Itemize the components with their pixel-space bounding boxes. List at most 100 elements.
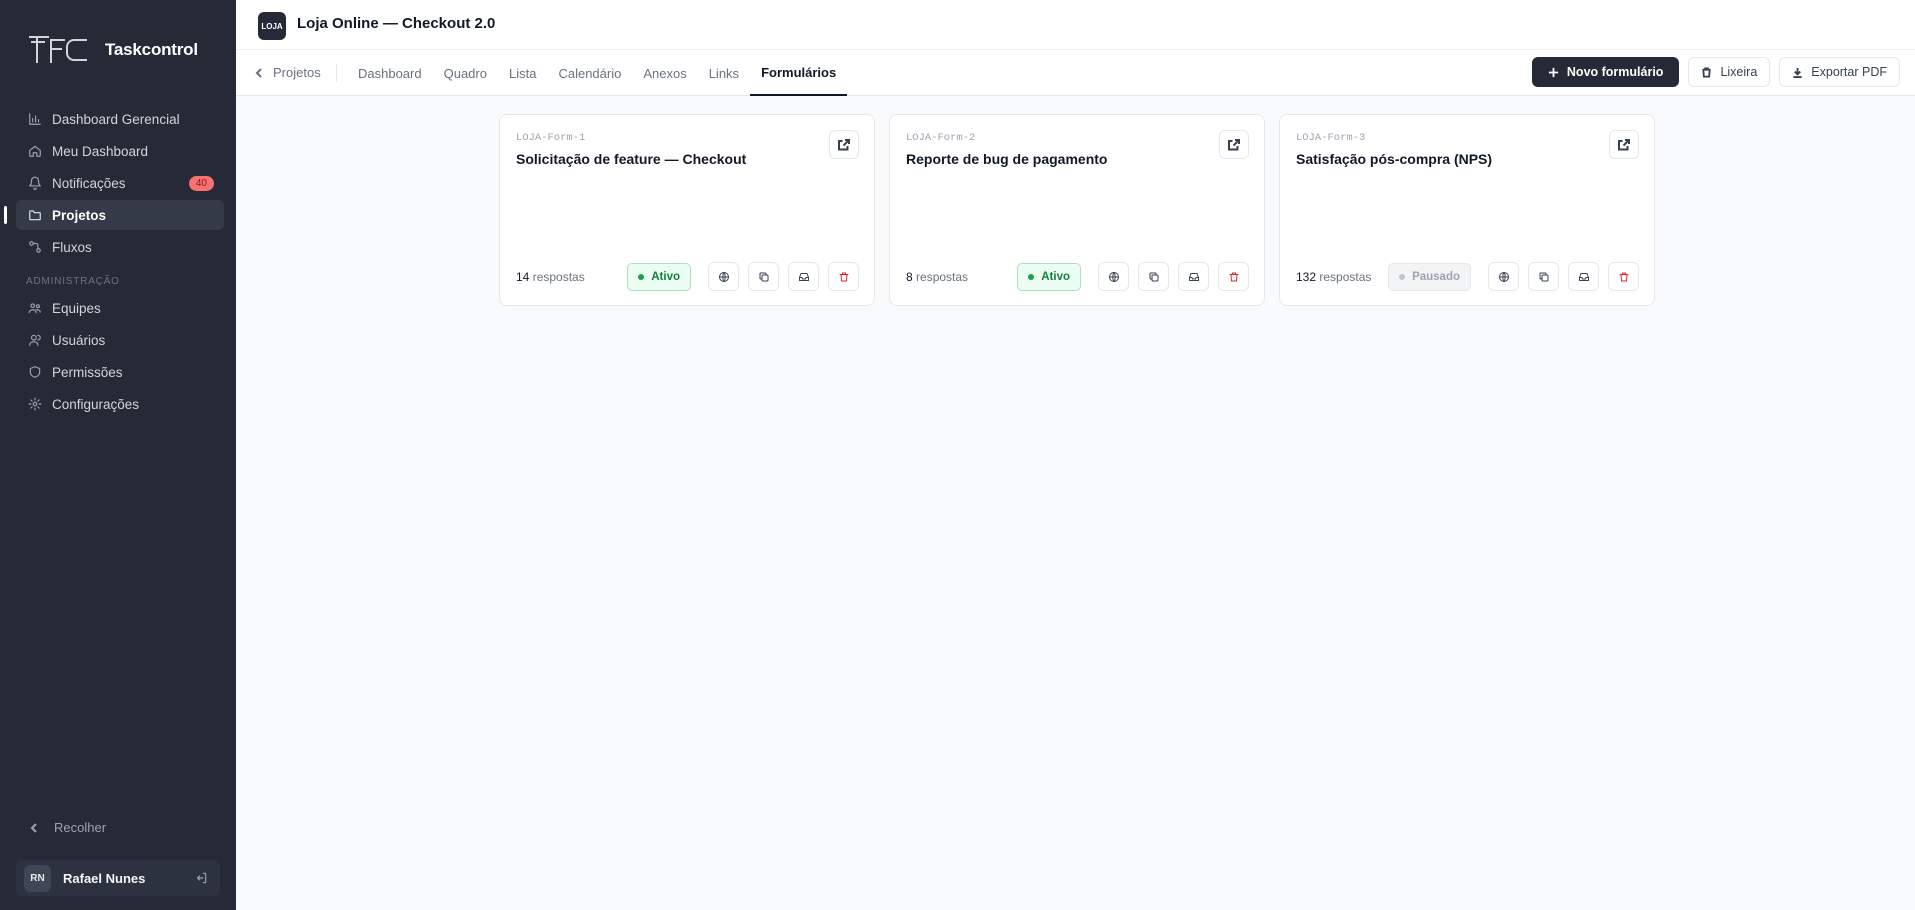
delete-button[interactable]: [1608, 262, 1639, 291]
trash-label: Lixeira: [1720, 65, 1758, 79]
new-form-button[interactable]: Novo formulário: [1531, 57, 1680, 87]
sidebar-nav: Dashboard Gerencial Meu Dashboard Notifi…: [4, 104, 224, 421]
sidebar-item-label: Meu Dashboard: [52, 143, 149, 159]
admin-section-label: ADMINISTRAÇÃO: [26, 276, 120, 287]
trash-icon: [1229, 272, 1238, 281]
form-title: Solicitação de feature — Checkout: [516, 151, 747, 167]
open-form-button[interactable]: [1219, 130, 1249, 159]
collapse-label: Recolher: [54, 820, 107, 835]
users-group-icon: [28, 303, 41, 314]
form-card[interactable]: LOJA-Form-3 Satisfação pós-compra (NPS) …: [1279, 114, 1655, 306]
status-dot: [1399, 273, 1406, 280]
duplicate-button[interactable]: [1138, 262, 1169, 291]
form-card-footer: 8 respostas Ativo: [906, 262, 1249, 291]
copy-icon: [1149, 272, 1158, 281]
tab-dashboard[interactable]: Dashboard: [347, 50, 433, 96]
trash-button[interactable]: Lixeira: [1688, 57, 1771, 87]
user-profile[interactable]: RN Rafael Nunes: [16, 860, 220, 896]
sidebar-item-label: Usuários: [52, 332, 106, 348]
open-form-button[interactable]: [829, 130, 859, 159]
delete-button[interactable]: [828, 262, 859, 291]
tab-anexos[interactable]: Anexos: [632, 50, 697, 96]
sidebar-item-label: Notificações: [52, 175, 126, 191]
bar-chart-icon: [29, 113, 41, 125]
tab-list: Dashboard Quadro Lista Calendário Anexos…: [347, 50, 848, 96]
download-icon: [1793, 67, 1802, 78]
sidebar-item-projetos[interactable]: Projetos: [4, 200, 224, 230]
status-badge[interactable]: Pausado: [1388, 262, 1471, 291]
globe-icon: [1498, 271, 1509, 282]
sidebar-item-equipes[interactable]: Equipes: [16, 293, 224, 323]
app-logo[interactable]: Taskcontrol: [27, 34, 198, 66]
sidebar-item-dashboard-gerencial[interactable]: Dashboard Gerencial: [16, 104, 224, 134]
inbox-icon: [1188, 272, 1199, 281]
sidebar-item-usuarios[interactable]: Usuários: [16, 325, 224, 355]
sidebar-item-label: Projetos: [52, 207, 107, 223]
tab-quadro[interactable]: Quadro: [433, 50, 498, 96]
new-form-label: Novo formulário: [1566, 65, 1664, 79]
export-label: Exportar PDF: [1811, 65, 1887, 79]
tab-formularios[interactable]: Formulários: [750, 50, 848, 96]
responses-count: 132 respostas: [1296, 269, 1372, 284]
shield-icon: [29, 366, 41, 378]
project-logo: LOJA: [258, 12, 286, 40]
inbox-icon: [1578, 272, 1589, 281]
status-dot: [638, 273, 645, 280]
form-card[interactable]: LOJA-Form-2 Reporte de bug de pagamento …: [889, 114, 1265, 306]
tab-calendario[interactable]: Calendário: [547, 50, 632, 96]
form-key: LOJA-Form-1: [516, 132, 586, 144]
collapse-sidebar-button[interactable]: Recolher: [28, 820, 106, 835]
divider: [336, 64, 337, 82]
duplicate-button[interactable]: [748, 262, 779, 291]
sidebar-item-configuracoes[interactable]: Configurações: [16, 389, 224, 419]
notification-count-badge: 40: [188, 176, 214, 191]
logout-icon[interactable]: [194, 871, 208, 885]
user-name: Rafael Nunes: [63, 870, 146, 886]
tab-lista[interactable]: Lista: [498, 50, 547, 96]
tab-links[interactable]: Links: [698, 50, 750, 96]
status-badge[interactable]: Ativo: [1017, 262, 1081, 291]
open-form-button[interactable]: [1609, 130, 1639, 159]
sidebar-item-label: Dashboard Gerencial: [52, 111, 180, 127]
user-icon: [29, 334, 41, 346]
delete-button[interactable]: [1218, 262, 1249, 291]
folder-icon: [29, 210, 41, 221]
page-title: Loja Online — Checkout 2.0: [297, 15, 496, 32]
plus-icon: [1548, 67, 1558, 77]
copy-icon: [1539, 272, 1548, 281]
form-title: Satisfação pós-compra (NPS): [1296, 151, 1493, 167]
inbox-icon: [798, 272, 809, 281]
toolbar-actions: Novo formulário Lixeira Exportar PDF: [1523, 57, 1900, 87]
status-dot: [1028, 273, 1035, 280]
responses-inbox-button[interactable]: [1568, 262, 1599, 291]
form-title: Reporte de bug de pagamento: [906, 151, 1108, 167]
sidebar-item-label: Configurações: [52, 396, 140, 412]
sidebar-item-fluxos[interactable]: Fluxos: [16, 232, 224, 262]
export-pdf-button[interactable]: Exportar PDF: [1779, 57, 1900, 87]
responses-inbox-button[interactable]: [788, 262, 819, 291]
external-link-icon: [1228, 138, 1240, 150]
avatar: RN: [24, 864, 51, 892]
public-link-button[interactable]: [1098, 262, 1129, 291]
project-header: LOJA Loja Online — Checkout 2.0: [236, 0, 1915, 50]
trash-icon: [839, 272, 848, 281]
chevron-left-icon: [255, 67, 262, 78]
responses-inbox-button[interactable]: [1178, 262, 1209, 291]
sidebar-item-label: Permissões: [52, 364, 123, 380]
public-link-button[interactable]: [708, 262, 739, 291]
back-to-projects-link[interactable]: Projetos: [254, 65, 321, 80]
duplicate-button[interactable]: [1528, 262, 1559, 291]
taskcontrol-logo-icon: [29, 36, 87, 63]
sidebar-item-meu-dashboard[interactable]: Meu Dashboard: [16, 136, 224, 166]
sidebar-item-permissoes[interactable]: Permissões: [16, 357, 224, 387]
sidebar-item-notificacoes[interactable]: Notificações 40: [16, 168, 224, 198]
status-badge[interactable]: Ativo: [627, 262, 691, 291]
workflow-icon: [29, 241, 41, 253]
external-link-icon: [838, 138, 850, 150]
app-name: Taskcontrol: [105, 40, 198, 59]
public-link-button[interactable]: [1488, 262, 1519, 291]
form-card[interactable]: LOJA-Form-1 Solicitação de feature — Che…: [499, 114, 875, 306]
sidebar: Taskcontrol Dashboard Gerencial Meu Dash…: [0, 0, 236, 910]
trash-icon: [1619, 272, 1628, 281]
form-card-footer: 132 respostas Pausado: [1296, 262, 1639, 291]
